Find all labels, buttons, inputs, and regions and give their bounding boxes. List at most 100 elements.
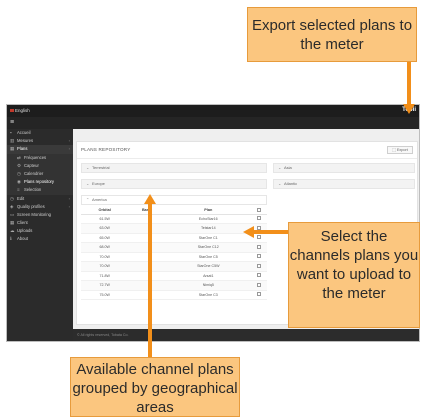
group-terrestrial[interactable]: ⌄ Terrestrial [81,163,267,173]
export-button[interactable]: ⬚ Export [387,146,413,154]
column-header-orbital[interactable]: Orbital [81,207,129,215]
sidebar-item-quality-profiles[interactable]: ◈ Quality profiles › [7,203,73,211]
arrow-available [148,202,152,357]
row-select-checkbox[interactable] [257,292,262,297]
sidebar-item-label: Selection [24,187,42,193]
chevron-down-icon: ⌄ [86,165,90,170]
clock-icon: ◷ [10,195,14,201]
table-row[interactable]: 63.0W Telstar14 [81,223,267,234]
table-row[interactable]: 68.0W StarOne C12 [81,242,267,253]
table-row[interactable]: 61.5W EchoStar16 [81,214,267,224]
arrowhead-available [144,194,156,204]
row-select-checkbox[interactable] [257,263,262,268]
cell-orbital: 75.0W [81,290,129,300]
sidebar-item-label: Edit [17,195,25,201]
sidebar-item-label: Plans repository [24,179,55,185]
sidebar-item-label: Plans [17,146,28,152]
sidebar-item-screen-monitoring[interactable]: ▭ Screen Monitoring [7,211,73,219]
info-icon: ℹ [10,236,12,242]
sidebar-item-accueil[interactable]: ▪ Accueil [7,129,73,137]
table-row[interactable]: 70.0W StarOne C5W [81,261,267,272]
cell-select[interactable] [251,261,267,272]
table-row[interactable]: 71.8W Arsat1 [81,271,267,281]
callout-export: Export selected plans to the meter [247,7,417,62]
table-row[interactable]: 65.0W StarOne C1 [81,233,267,243]
cell-orbital: 68.0W [81,242,129,253]
group-label: Asia [284,165,292,170]
cell-select[interactable] [251,252,267,262]
cell-band [128,252,166,262]
sidebar-item-about[interactable]: ℹ About [7,235,73,243]
cell-band [128,223,166,234]
row-select-checkbox[interactable] [257,216,262,221]
cell-band [128,290,166,300]
menu-bar: ≡ [7,117,419,129]
settings-icon: ⚙ [17,162,22,168]
row-select-checkbox[interactable] [257,273,262,278]
callout-export-text: Export selected plans to the meter [251,17,413,53]
arrow-select [254,230,288,234]
sidebar-item-selection[interactable]: ≡ Selection [7,186,73,195]
flag-icon [10,109,14,113]
divider [77,158,417,159]
cell-orbital: 65.0W [81,233,129,243]
group-asia[interactable]: ⌄ Asia [273,163,415,173]
select-all-checkbox[interactable] [257,207,262,212]
footer: © All rights reserved, Tobata Co. [73,329,419,341]
column-header-band[interactable]: Band [128,207,166,215]
chevron-right-icon: › [68,203,70,209]
monitor-icon: ▭ [10,211,15,217]
sidebar-item-calendrier[interactable]: ◷ Calendrier [7,169,73,179]
chevron-down-icon: ⌄ [278,165,282,170]
sidebar-item-plans[interactable]: ▦ Plans › [7,145,73,154]
chart-icon: ▥ [10,138,15,144]
callout-available: Available channel plans grouped by geogr… [70,357,240,417]
sidebar-item-label: Uploads [17,228,33,234]
group-america[interactable]: ⌃ America [81,195,267,205]
sidebar-item-mesures[interactable]: ▥ Mesures › [7,137,73,145]
map-icon: ▦ [10,146,15,152]
sidebar-item-edit[interactable]: ◷ Edit › [7,195,73,203]
cell-plan: StarOne C3 [165,290,252,300]
cell-select[interactable] [251,290,267,300]
sidebar-item-uploads[interactable]: ☁ Uploads [7,227,73,235]
sidebar-item-plans-repository[interactable]: ◉ Plans repository [7,178,73,187]
chevron-up-icon: ⌃ [86,197,90,202]
row-select-checkbox[interactable] [257,235,262,240]
row-select-checkbox[interactable] [257,244,262,249]
row-select-checkbox[interactable] [257,254,262,259]
cell-orbital: 61.5W [81,214,129,224]
group-atlantic[interactable]: ⌄ Atlantic [273,179,415,189]
cell-orbital: 63.0W [81,223,129,234]
profile-icon: ◈ [10,203,14,209]
sidebar-item-capteur[interactable]: ⚙ Capteur [7,161,73,170]
top-bar: English Tobii [7,105,419,117]
column-header-select[interactable] [251,207,267,215]
cell-select[interactable] [251,214,267,224]
sidebar-item-label: Screen Monitoring [17,211,51,217]
cell-orbital: 71.8W [81,271,129,281]
cell-band [128,242,166,253]
column-header-plan[interactable]: Plan [165,207,252,215]
callout-select: Select the channels plans you want to up… [288,222,420,328]
language-selector[interactable]: English [10,108,30,113]
cell-select[interactable] [251,280,267,291]
cell-orbital: 70.0W [81,252,129,262]
cell-band [128,214,166,224]
group-label: Europe [92,181,105,186]
sidebar-item-label: Fréquences [24,154,47,160]
row-select-checkbox[interactable] [257,282,262,287]
language-label: English [15,108,30,113]
cell-select[interactable] [251,271,267,281]
table-row[interactable]: 72.7W Nimiq5 [81,280,267,291]
arrowhead-export [403,104,415,114]
table-row[interactable]: 75.0W StarOne C3 [81,290,267,300]
group-europe[interactable]: ⌄ Europe [81,179,267,189]
sidebar-item-fr-quences[interactable]: ⇄ Fréquences [7,153,73,162]
arrowhead-select [243,226,254,238]
table-row[interactable]: 70.0W StarOne C5 [81,252,267,262]
cell-select[interactable] [251,242,267,253]
grid-icon: ▦ [10,220,15,226]
hamburger-icon[interactable]: ≡ [10,119,14,126]
sidebar-item-client[interactable]: ▦ Client [7,219,73,227]
